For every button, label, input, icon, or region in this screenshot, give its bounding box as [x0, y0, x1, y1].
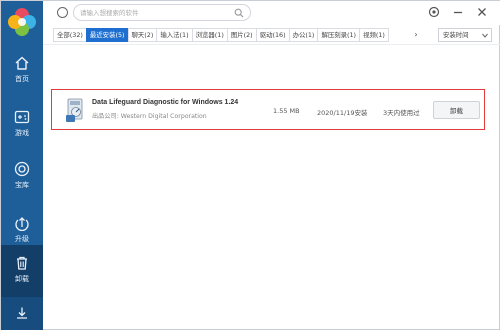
sidebar-item-label: 游戏: [15, 129, 29, 137]
app-install-date: 2020/11/19安装: [317, 109, 368, 117]
chevron-down-icon: [482, 33, 488, 38]
download-icon: [17, 307, 27, 319]
app-window: 首页 游戏 宝库 升级 卸载 请输入想搜索的软件 全部(32) 最近安装(5) …: [0, 0, 500, 330]
refresh-icon[interactable]: [57, 7, 68, 18]
app-usage: 3天内使用过: [383, 109, 420, 117]
sidebar-item-label: 首页: [15, 75, 29, 83]
top-bar: [43, 1, 500, 25]
sidebar-item-label: 升级: [15, 235, 29, 243]
tab-driver[interactable]: 驱动(16): [255, 28, 290, 42]
uninstall-button[interactable]: 卸载: [433, 101, 480, 119]
settings-icon[interactable]: [427, 5, 441, 19]
app-size: 1.55 MB: [273, 107, 300, 115]
close-icon[interactable]: [475, 5, 489, 19]
sidebar-item-home[interactable]: 首页: [1, 45, 43, 99]
upgrade-icon: [15, 217, 29, 231]
tab-office[interactable]: 办公(1): [288, 28, 319, 42]
tab-input-method[interactable]: 输入法(1): [156, 28, 193, 42]
sidebar-item-games[interactable]: 游戏: [1, 99, 43, 153]
download-manager-button[interactable]: [1, 297, 43, 330]
minimize-icon[interactable]: [451, 5, 465, 19]
gamepad-icon: [14, 110, 30, 124]
divider: [43, 44, 500, 45]
tab-image[interactable]: 图片(2): [226, 28, 257, 42]
search-icon[interactable]: [234, 8, 244, 18]
tabs-next-button[interactable]: ›: [411, 28, 421, 42]
tab-all[interactable]: 全部(32): [53, 28, 87, 42]
home-icon: [15, 56, 29, 70]
app-logo-icon: [8, 8, 36, 36]
search-input[interactable]: [80, 6, 230, 19]
treasure-icon: [14, 161, 30, 177]
app-icon: [66, 98, 83, 122]
trash-icon: [17, 256, 27, 270]
sort-selected-label: 安装时间: [443, 31, 469, 39]
tab-compress[interactable]: 解压刻录(1): [317, 28, 361, 42]
tab-browser[interactable]: 浏览器(1): [191, 28, 228, 42]
tab-video[interactable]: 视频(1): [359, 28, 389, 42]
sidebar-item-label: 卸载: [15, 275, 29, 283]
search-box: [73, 4, 251, 21]
sidebar-item-treasure[interactable]: 宝库: [1, 151, 43, 205]
app-publisher: 出品公司: Western Digital Corporation: [92, 113, 207, 120]
tab-recent[interactable]: 最近安装(5): [85, 28, 129, 42]
sidebar-item-label: 宝库: [15, 181, 29, 189]
app-name: Data Lifeguard Diagnostic for Windows 1.…: [92, 99, 239, 106]
sort-select[interactable]: 安装时间: [438, 28, 492, 42]
category-tabs: 全部(32) 最近安装(5) 聊天(2) 输入法(1) 浏览器(1) 图片(2) 驱动(16…: [53, 28, 497, 42]
app-list-row: Data Lifeguard Diagnostic for Windows 1.…: [51, 89, 485, 130]
tab-chat[interactable]: 聊天(2): [127, 28, 158, 42]
sidebar-item-uninstall[interactable]: 卸载: [1, 245, 43, 299]
sidebar: 首页 游戏 宝库 升级 卸载: [1, 1, 43, 330]
